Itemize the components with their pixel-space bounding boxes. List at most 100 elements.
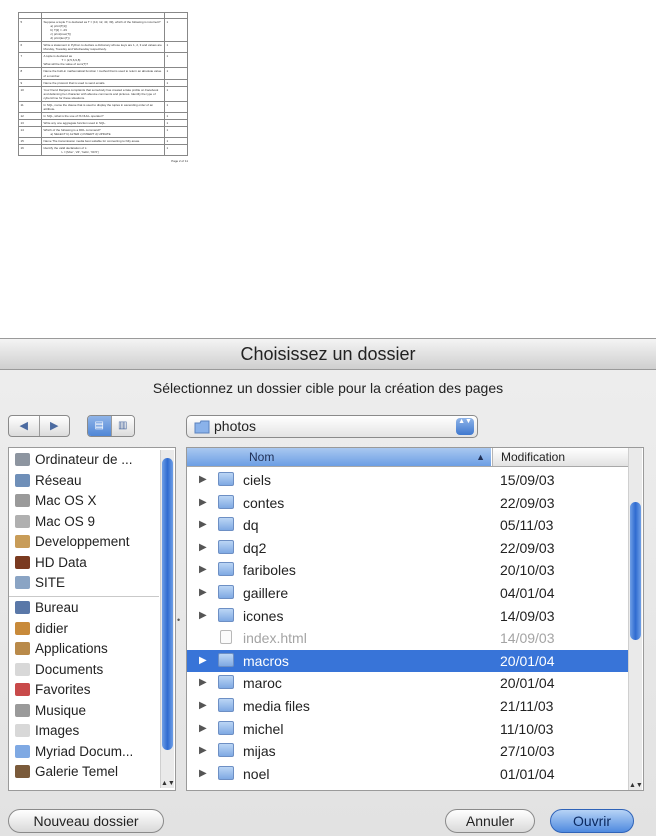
disclosure-triangle-icon[interactable]: ▶ [199,587,207,598]
file-name: maroc [243,675,282,692]
folder-icon [218,517,234,532]
desktop-icon [15,601,30,614]
applications-icon [15,642,30,655]
sidebar-item[interactable]: Mac OS 9 [15,514,95,534]
file-row[interactable]: ▶ contes 22/09/03 [187,492,631,514]
file-modified-date: 20/01/04 [500,675,555,692]
file-row[interactable]: ▶ dq2 22/09/03 [187,537,631,559]
file-row[interactable]: ▶ fariboles 20/10/03 [187,559,631,581]
file-row[interactable]: ▶ media files 21/11/03 [187,695,631,717]
disclosure-triangle-icon[interactable]: ▶ [199,745,207,756]
back-forward-control: ◀ ▶ [8,415,70,437]
question-text: A tuple is declared as T = (2,5,6,9,8) Wha… [41,52,165,69]
sidebar-item[interactable]: Images [15,723,79,743]
sidebar-item-label: didier [35,620,69,636]
folder-icon [15,765,30,778]
back-arrow-icon[interactable]: ◀ [9,416,39,436]
file-list-scrollbar[interactable]: ▲▼ [628,448,643,790]
disclosure-triangle-icon[interactable]: ▶ [199,768,207,779]
disclosure-triangle-icon[interactable]: ▶ [199,677,207,688]
file-name: macros [243,652,289,669]
sidebar-scroll-thumb[interactable] [162,458,173,750]
open-button[interactable]: Ouvrir [550,809,634,833]
html-file-icon [220,630,232,645]
question-row: 10 Your friend Ranjana complaints that so… [18,85,188,102]
file-modified-date: 27/10/03 [500,743,555,760]
file-row[interactable]: ▶ macros 20/01/04 [187,649,631,672]
file-list-scroll-thumb[interactable] [630,502,641,640]
column-header-name[interactable]: Nom ▲ [187,448,491,466]
file-row[interactable]: ▶ maroc 20/01/04 [187,672,631,694]
question-option: a) SELECT b) ALTER c) INSERT d) UPDATE [50,131,111,136]
sidebar-item[interactable]: didier [15,621,68,641]
popup-arrows-icon: ▲▼ [456,418,474,435]
question-marks: 1 [164,41,188,54]
question-line: Write a statement in Python to declare a… [43,43,162,52]
question-text: Write any one aggregate function used in… [41,118,165,127]
sidebar-item[interactable]: Favorites [15,682,91,702]
sidebar-item[interactable]: Myriad Docum... [15,744,133,764]
question-marks: 1 [164,78,188,87]
disclosure-triangle-icon[interactable]: ▶ [199,564,207,575]
disclosure-triangle-icon[interactable]: ▶ [199,519,207,530]
sidebar-scroll-arrows-icon[interactable]: ▲▼ [161,779,175,788]
file-row[interactable]: ▶ icones 14/09/03 [187,605,631,627]
file-modified-date: 04/01/04 [500,585,555,601]
file-name: contes [243,494,285,511]
folder-icon [15,744,30,758]
sidebar-item[interactable]: Bureau [15,600,79,620]
question-marks: 1 [164,52,188,69]
pane-splitter[interactable]: • [177,447,185,791]
hard-drive-icon [15,494,30,507]
list-view-icon[interactable]: ▤ [88,416,111,436]
sidebar-item[interactable]: HD Data [15,555,87,575]
file-name: dq2 [243,539,267,556]
file-row[interactable]: ▶ mijas 27/10/03 [187,740,631,762]
column-header-modification[interactable]: Modification [492,448,631,466]
sidebar-item[interactable]: Réseau [15,473,82,493]
column-view-icon[interactable]: ▥ [110,416,134,436]
disclosure-triangle-icon[interactable]: ▶ [199,474,207,485]
file-row[interactable]: ▶ dq 05/11/03 [187,514,631,536]
sidebar-item[interactable]: Ordinateur de ... [15,452,133,472]
disclosure-triangle-icon[interactable]: ▶ [199,542,207,553]
file-row[interactable]: ▶ michel 11/10/03 [187,718,631,740]
sidebar-item[interactable]: Musique [15,703,86,723]
question-row: 6 Write a statement in Python to declare … [18,41,188,54]
disclosure-triangle-icon[interactable]: ▶ [199,610,207,621]
network-volume-icon [15,576,30,589]
sidebar-item[interactable]: Mac OS X [15,493,97,513]
question-marks: 1 [164,17,188,43]
sidebar-item[interactable]: Developpement [15,534,130,554]
folder-icon [218,720,234,735]
sidebar-divider [9,596,159,597]
sidebar-item[interactable]: Applications [15,641,108,661]
splitter-grip-icon: • [177,615,181,625]
sidebar-item-label: Musique [35,702,87,718]
new-folder-button[interactable]: Nouveau dossier [8,809,164,833]
file-modified-date: 20/10/03 [500,562,555,579]
sidebar-item[interactable]: SITE [15,575,65,595]
file-row[interactable]: ▶ gaillere 04/01/04 [187,582,631,604]
file-list-scroll-arrows-icon[interactable]: ▲▼ [629,781,643,790]
sidebar-item-label: Images [35,723,80,738]
disclosure-triangle-icon[interactable]: ▶ [199,655,207,666]
disclosure-triangle-icon[interactable]: ▶ [199,497,207,508]
question-line: Your friend Ranjana complaints that some… [43,87,159,100]
cancel-button[interactable]: Annuler [445,809,535,833]
question-line: Name the built-in mathematical function … [43,69,162,78]
forward-arrow-icon[interactable]: ▶ [38,416,70,436]
documents-icon [15,662,30,676]
disclosure-triangle-icon[interactable]: ▶ [199,723,207,734]
pictures-icon [15,724,30,737]
folder-icon [218,472,234,486]
sidebar-scrollbar[interactable]: ▲▼ [160,450,175,788]
disclosure-triangle-icon[interactable]: ▶ [199,700,207,711]
home-icon [15,621,30,635]
sidebar-item[interactable]: Galerie Temel [15,764,118,784]
sidebar-item[interactable]: Documents [15,662,103,682]
file-row[interactable]: ▶ noel 01/01/04 [187,763,631,785]
file-row[interactable]: ▶ ciels 15/09/03 [187,469,631,491]
file-row[interactable]: index.html 14/09/03 [187,627,631,649]
current-folder-popup[interactable]: photos ▲▼ [186,415,478,438]
